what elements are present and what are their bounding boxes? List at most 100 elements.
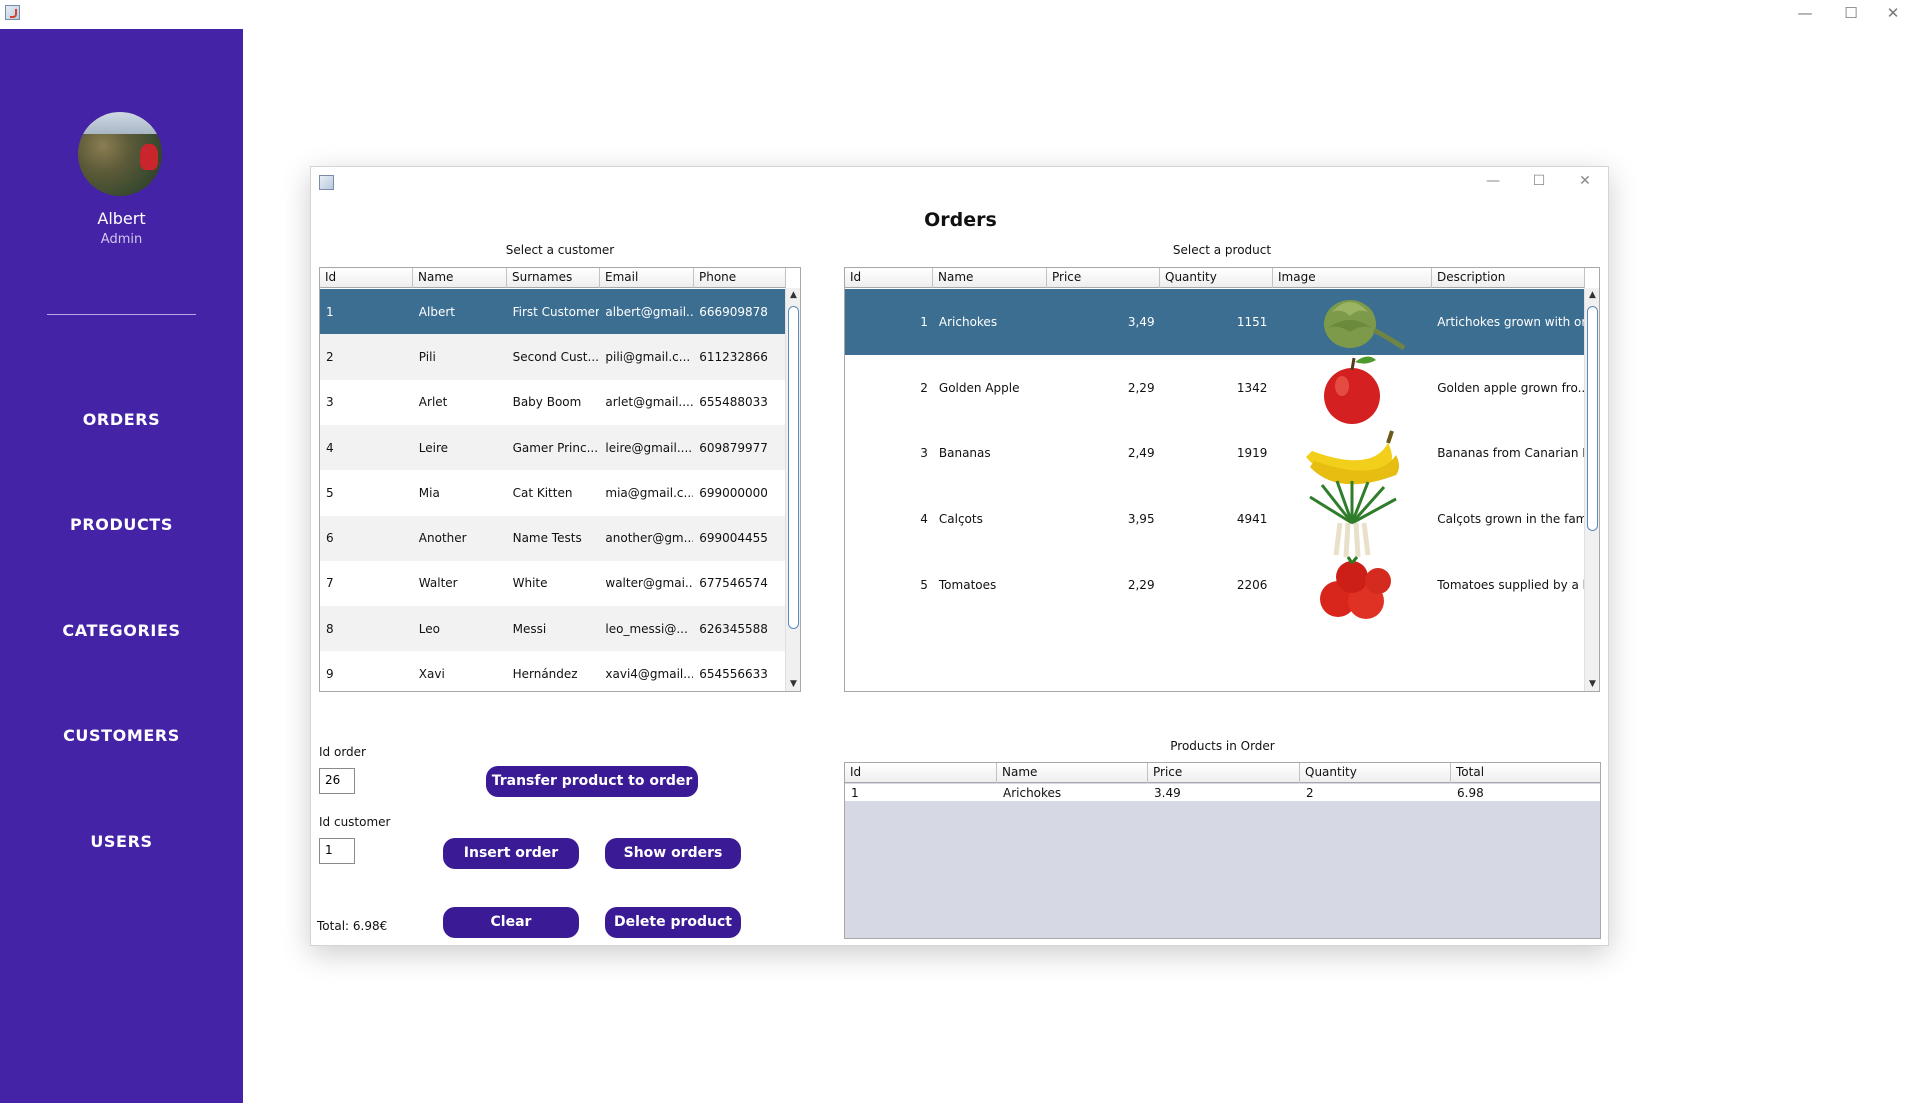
customers-scrollbar[interactable]: ▲ ▼ [785, 288, 800, 691]
nav-customers[interactable]: CUSTOMERS [0, 726, 243, 745]
order-col-price[interactable]: Price [1148, 763, 1300, 783]
customer-cell: 609879977 [699, 440, 768, 455]
order-items-caption: Products in Order [1170, 739, 1275, 753]
java-app-icon [5, 5, 20, 20]
minimize-icon[interactable]: — [1782, 0, 1828, 28]
customer-cell: 655488033 [699, 395, 768, 410]
customer-cell: Second Cust... [512, 349, 599, 364]
customer-row[interactable]: 5 Mia Cat Kitten mia@gmail.c... 699000000 [320, 470, 785, 515]
customers-col-phone[interactable]: Phone [694, 268, 786, 288]
product-row[interactable]: 5 Tomatoes 2,29 2206 Tomatoes supplied by a … [845, 552, 1584, 619]
customers-scroll-thumb[interactable] [788, 306, 799, 629]
product-cell: 2,29 [1127, 380, 1155, 395]
product-cell: 1151 [1236, 314, 1268, 329]
customer-cell: 4 [326, 440, 334, 455]
order-col-id[interactable]: Id [845, 763, 997, 783]
customer-row[interactable]: 3 Arlet Baby Boom arlet@gmail.... 655488033 [320, 380, 785, 425]
customer-cell: Arlet [418, 395, 448, 410]
product-cell: 2 [920, 380, 928, 395]
product-cell: Golden apple grown fro... [1437, 380, 1584, 395]
nav-categories[interactable]: CATEGORIES [0, 621, 243, 640]
products-scroll-thumb[interactable] [1587, 306, 1598, 531]
nav-orders[interactable]: ORDERS [0, 410, 243, 429]
customer-cell: arlet@gmail.... [605, 395, 694, 410]
dialog-maximize-icon[interactable]: ☐ [1524, 170, 1554, 192]
product-cell: 1919 [1236, 446, 1268, 461]
delete-product-button[interactable]: Delete product [605, 907, 741, 938]
customer-row[interactable]: 8 Leo Messi leo_messi@... 626345588 [320, 606, 785, 652]
scroll-up-arrow-icon[interactable]: ▲ [786, 288, 800, 302]
avatar [78, 112, 162, 196]
products-table-header: Id Name Price Quantity Image Description [845, 268, 1585, 288]
maximize-icon[interactable]: ☐ [1828, 0, 1874, 28]
scroll-up-arrow-icon[interactable]: ▲ [1585, 288, 1599, 302]
product-cell: 2,49 [1127, 446, 1155, 461]
products-col-description[interactable]: Description [1432, 268, 1585, 288]
customer-cell: 677546574 [699, 576, 768, 591]
products-col-quantity[interactable]: Quantity [1160, 268, 1273, 288]
order-col-total[interactable]: Total [1451, 763, 1600, 783]
products-col-id[interactable]: Id [845, 268, 933, 288]
customers-col-name[interactable]: Name [413, 268, 507, 288]
main-title-bar: — ☐ ✕ [0, 0, 1909, 28]
product-row[interactable]: 4 Calçots 3,95 4941 Calçots grown in the fam… [845, 480, 1584, 558]
close-icon[interactable]: ✕ [1870, 0, 1909, 28]
dialog-title: Orders [924, 209, 997, 231]
customer-row[interactable]: 4 Leire Gamer Princ... leire@gmail.... 60987… [320, 424, 785, 471]
product-cell: 3 [920, 446, 928, 461]
customer-cell: 654556633 [699, 667, 768, 682]
order-item-cell: Arichokes [1003, 785, 1062, 800]
product-cell: 4 [920, 511, 928, 526]
dialog-close-icon[interactable]: ✕ [1570, 170, 1600, 192]
customer-row[interactable]: 2 Pili Second Cust... pili@gmail.c... 611232… [320, 334, 785, 380]
order-item-cell: 1 [851, 785, 859, 800]
show-orders-button[interactable]: Show orders [605, 838, 741, 869]
nav-products[interactable]: PRODUCTS [0, 515, 243, 534]
product-row[interactable]: 1 Arichokes 3,49 1151 Artichokes grown with … [845, 289, 1584, 355]
scroll-down-arrow-icon[interactable]: ▼ [1585, 677, 1599, 691]
order-item-row[interactable]: 1 Arichokes 3.49 2 6.98 [845, 784, 1600, 801]
transfer-product-button[interactable]: Transfer product to order [486, 766, 698, 797]
product-cell: Tomatoes [938, 577, 997, 592]
id-order-input[interactable]: 26 [319, 768, 355, 794]
user-name: Albert [97, 209, 146, 228]
order-items-header: Id Name Price Quantity Total [845, 763, 1600, 783]
dialog-app-icon [319, 175, 334, 190]
order-items-table: Id Name Price Quantity Total 1 Arichokes 3… [844, 762, 1601, 939]
products-col-price[interactable]: Price [1047, 268, 1160, 288]
customer-row[interactable]: 6 Another Name Tests another@gm... 699004455 [320, 515, 785, 561]
products-col-name[interactable]: Name [933, 268, 1047, 288]
insert-order-button[interactable]: Insert order [443, 838, 579, 869]
order-col-quantity[interactable]: Quantity [1300, 763, 1451, 783]
customer-row[interactable]: 9 Xavi Hernández xavi4@gmail.... 654556633 [320, 651, 785, 691]
product-cell: Golden Apple [938, 380, 1020, 395]
main-window: — ☐ ✕ Albert Admin ORDERS PRODUCTS CATEG… [0, 0, 1909, 1103]
nav-users[interactable]: USERS [0, 832, 243, 851]
order-col-name[interactable]: Name [997, 763, 1148, 783]
customers-col-email[interactable]: Email [600, 268, 694, 288]
dialog-minimize-icon[interactable]: — [1478, 170, 1508, 192]
product-cell: 5 [920, 577, 928, 592]
customer-cell: another@gm... [605, 531, 694, 546]
id-customer-input[interactable]: 1 [319, 838, 355, 864]
product-cell: Arichokes [938, 314, 998, 329]
product-row[interactable]: 3 Bananas 2,49 1919 Bananas from Canarian I.… [845, 420, 1584, 486]
customers-col-id[interactable]: Id [320, 268, 413, 288]
products-scrollbar[interactable]: ▲ ▼ [1584, 288, 1599, 691]
product-row[interactable]: 2 Golden Apple 2,29 1342 Golden apple grown … [845, 355, 1584, 424]
clear-button[interactable]: Clear [443, 907, 579, 938]
customer-cell: 5 [326, 485, 334, 500]
customer-cell: Xavi [418, 667, 445, 682]
customer-cell: mia@gmail.c... [605, 485, 694, 500]
orders-dialog: — ☐ ✕ Orders Select a customer Select a … [310, 166, 1609, 946]
customers-col-surnames[interactable]: Surnames [507, 268, 600, 288]
customers-table-header: Id Name Surnames Email Phone [320, 268, 786, 288]
customer-cell: 3 [326, 395, 334, 410]
product-cell: 3,95 [1127, 511, 1155, 526]
customer-cell: First Customer [512, 304, 600, 319]
tomato-image [1272, 545, 1431, 625]
customer-cell: Name Tests [512, 531, 582, 546]
customer-row[interactable]: 7 Walter White walter@gmai... 677546574 [320, 561, 785, 606]
customer-row[interactable]: 1 Albert First Customer albert@gmail.... 666… [320, 289, 785, 335]
scroll-down-arrow-icon[interactable]: ▼ [786, 677, 800, 691]
